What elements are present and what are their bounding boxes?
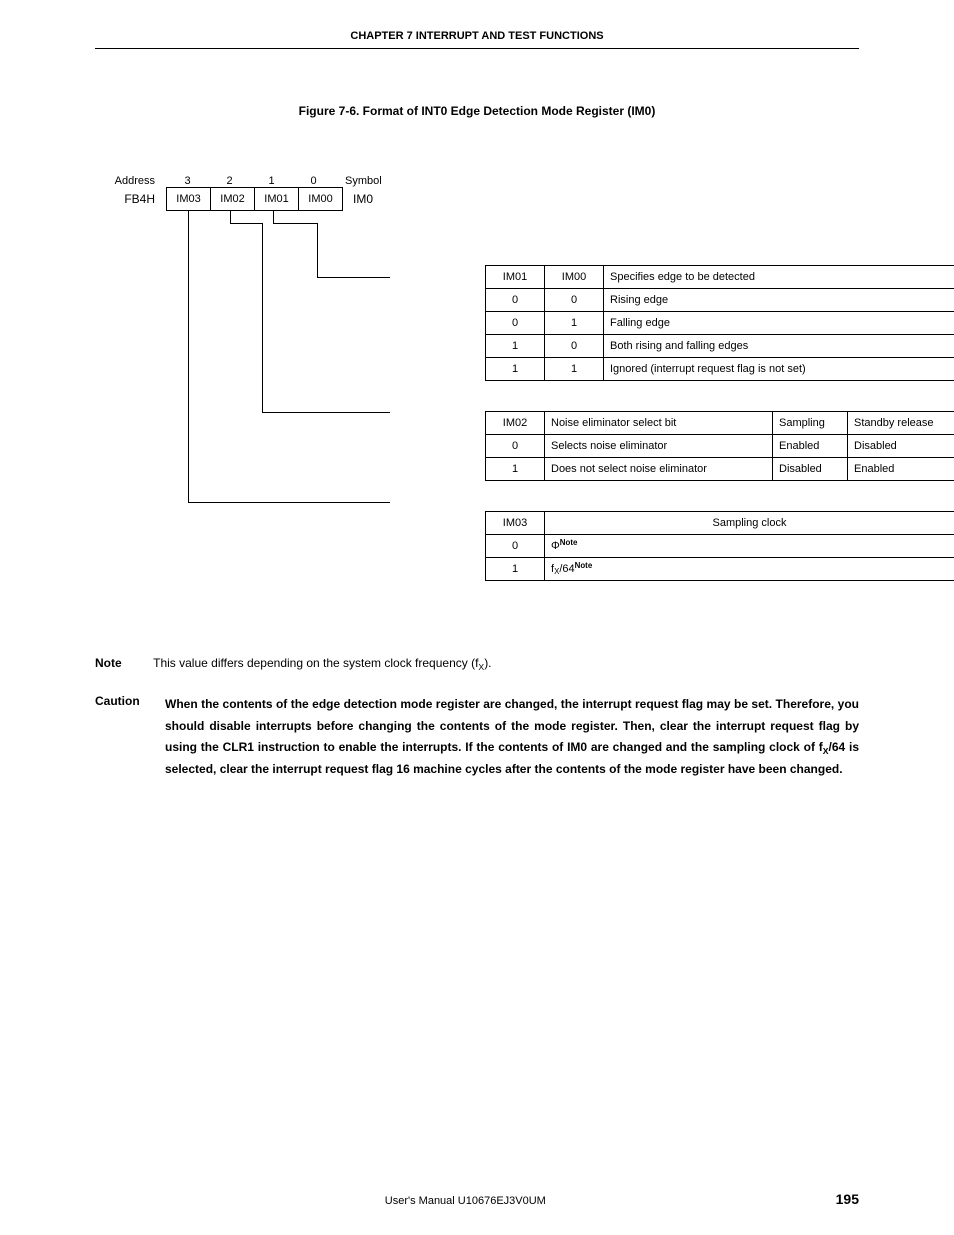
- connector-h-im02: [262, 412, 390, 413]
- symbol-label: Symbol: [335, 173, 405, 187]
- bit-col-1: 1: [250, 173, 293, 187]
- register-layout: Address 3 2 1 0 Symbol FB4H IM03 IM02 IM…: [95, 173, 859, 634]
- t1-r1c0: 0: [486, 312, 545, 335]
- t3-r0c1: ΦNote: [545, 535, 954, 558]
- bit-col-0: 0: [292, 173, 335, 187]
- t2-h1: Noise eliminator select bit: [545, 412, 773, 435]
- connector-im02: [262, 237, 263, 412]
- connector-h-im01: [317, 277, 390, 278]
- caution-label: Caution: [95, 694, 165, 780]
- t1-h1: IM00: [545, 266, 604, 289]
- t1-r2c2: Both rising and falling edges: [604, 335, 954, 358]
- page-footer: User's Manual U10676EJ3V0UM 195: [95, 1191, 859, 1207]
- t1-r1c1: 1: [545, 312, 604, 335]
- t2-r1c0: 1: [486, 458, 545, 481]
- bit-col-3: 3: [166, 173, 209, 187]
- t2-r0c3: Disabled: [848, 435, 954, 458]
- t3-h0: IM03: [486, 512, 545, 535]
- bit-im03: IM03: [166, 187, 211, 211]
- t3-h1: Sampling clock: [545, 512, 954, 535]
- t1-r0c2: Rising edge: [604, 289, 954, 312]
- t1-r2c0: 1: [486, 335, 545, 358]
- bit-im00: IM00: [298, 187, 343, 211]
- table-im02: IM02 Noise eliminator select bit Samplin…: [485, 411, 954, 481]
- note-label: Note: [95, 654, 150, 672]
- caution-text: When the contents of the edge detection …: [165, 694, 859, 780]
- t2-r0c2: Enabled: [773, 435, 848, 458]
- t3-r1c1: fX/64Note: [545, 558, 954, 581]
- t2-h2: Sampling: [773, 412, 848, 435]
- t2-r1c1: Does not select noise eliminator: [545, 458, 773, 481]
- connector-im01: [317, 237, 318, 277]
- t1-h0: IM01: [486, 266, 545, 289]
- t1-r3c2: Ignored (interrupt request flag is not s…: [604, 358, 954, 381]
- symbol-value: IM0: [343, 192, 413, 206]
- table-im03: IM03 Sampling clock 0 ΦNote 1 fX/64Note: [485, 511, 954, 581]
- t2-r1c2: Disabled: [773, 458, 848, 481]
- connector-stubs: [167, 211, 859, 239]
- t1-r3c1: 1: [545, 358, 604, 381]
- caution: Caution When the contents of the edge de…: [95, 694, 859, 780]
- t2-r0c0: 0: [486, 435, 545, 458]
- chapter-header: CHAPTER 7 INTERRUPT AND TEST FUNCTIONS: [95, 30, 859, 49]
- connector-h-im03: [188, 502, 390, 503]
- page-number: 195: [836, 1191, 859, 1207]
- t2-h0: IM02: [486, 412, 545, 435]
- t2-r1c3: Enabled: [848, 458, 954, 481]
- t1-r0c1: 0: [545, 289, 604, 312]
- bit-im01: IM01: [254, 187, 299, 211]
- t2-h3: Standby release: [848, 412, 954, 435]
- t2-r0c1: Selects noise eliminator: [545, 435, 773, 458]
- note-text: This value differs depending on the syst…: [153, 656, 491, 670]
- t1-r3c0: 1: [486, 358, 545, 381]
- t1-h2: Specifies edge to be detected: [604, 266, 954, 289]
- address-value: FB4H: [95, 192, 167, 206]
- t3-r0c0: 0: [486, 535, 545, 558]
- figure-title: Figure 7-6. Format of INT0 Edge Detectio…: [95, 104, 859, 118]
- note: Note This value differs depending on the…: [95, 654, 859, 672]
- t1-r2c1: 0: [545, 335, 604, 358]
- t3-r1c0: 1: [486, 558, 545, 581]
- bit-col-2: 2: [208, 173, 251, 187]
- table-im01-im00: IM01 IM00 Specifies edge to be detected …: [485, 265, 954, 381]
- address-label: Address: [95, 173, 167, 187]
- t1-r1c2: Falling edge: [604, 312, 954, 335]
- bit-im02: IM02: [210, 187, 255, 211]
- connector-im03: [188, 237, 189, 502]
- footer-manual-id: User's Manual U10676EJ3V0UM: [385, 1195, 546, 1207]
- t1-r0c0: 0: [486, 289, 545, 312]
